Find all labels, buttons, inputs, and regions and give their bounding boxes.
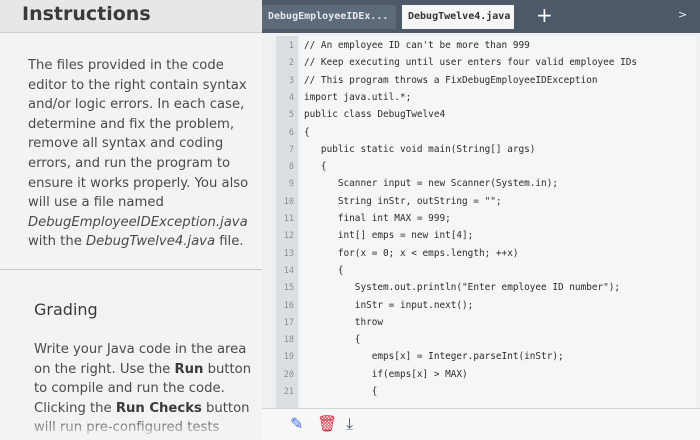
line-number: 8 — [288, 162, 294, 173]
line-number: 15 — [283, 283, 294, 294]
tab-debug-employee-id-exception[interactable]: DebugEmployeeIDEx... — [262, 5, 396, 29]
code-line[interactable]: System.out.println("Enter employee ID nu… — [304, 282, 620, 293]
code-editor: DebugEmployeeIDEx... DebugTwelve4.java +… — [262, 0, 700, 440]
pencil-icon[interactable]: ✎ — [290, 415, 303, 433]
code-line[interactable]: { — [304, 334, 361, 345]
code-line[interactable]: if(emps[x] > MAX) — [304, 369, 468, 380]
editor-tab-bar: DebugEmployeeIDEx... DebugTwelve4.java +… — [262, 0, 700, 33]
line-number: 6 — [288, 127, 294, 138]
code-line[interactable]: Scanner input = new Scanner(System.in); — [304, 178, 558, 189]
line-number: 20 — [283, 369, 294, 380]
line-number: 19 — [283, 352, 294, 363]
code-line[interactable]: { — [304, 265, 344, 276]
tab-label: DebugTwelve4.java — [408, 11, 511, 22]
line-number: 9 — [288, 179, 294, 190]
editor-toolbar: ✎ 🗑 ⤓ — [262, 408, 700, 440]
code-line[interactable]: throw — [304, 317, 383, 328]
divider — [0, 269, 262, 270]
run-checks-label: Run Checks — [115, 400, 202, 416]
code-line[interactable]: int[] emps = new int[4]; — [304, 230, 473, 241]
trash-icon[interactable]: 🗑 — [317, 415, 337, 433]
line-number: 10 — [283, 196, 294, 207]
code-line[interactable]: { — [304, 386, 378, 397]
line-number: 13 — [283, 248, 294, 259]
grading-title: Grading — [34, 300, 98, 319]
line-number: 7 — [288, 144, 294, 155]
line-number: 18 — [283, 335, 294, 346]
download-icon[interactable]: ⤓ — [346, 415, 353, 433]
code-line[interactable]: // This program throws a FixDebugEmploye… — [304, 75, 598, 86]
instructions-title: Instructions — [22, 3, 151, 25]
line-number: 4 — [288, 92, 294, 103]
code-line[interactable]: { — [304, 161, 327, 172]
line-number: 2 — [288, 58, 294, 69]
tab-debug-twelve4[interactable]: DebugTwelve4.java — [402, 5, 514, 29]
code-line[interactable]: String inStr, outString = ""; — [304, 196, 502, 207]
code-line[interactable]: inStr = input.next(); — [304, 300, 474, 311]
line-number: 5 — [288, 110, 294, 121]
file-name-debugtwelve4: DebugTwelve4.java — [86, 234, 216, 250]
add-tab-icon[interactable]: + — [536, 3, 553, 27]
code-line[interactable]: // Keep executing until user enters four… — [304, 57, 637, 68]
line-number: 16 — [283, 300, 294, 311]
code-line[interactable]: public static void main(String[] args) — [304, 144, 536, 155]
line-number: 3 — [288, 75, 294, 86]
chevron-right-icon[interactable]: > — [678, 8, 687, 21]
code-line[interactable]: // An employee ID can't be more than 999 — [304, 40, 530, 51]
text-fade — [0, 418, 262, 440]
run-label: Run — [174, 361, 204, 377]
instructions-text: The files provided in the code editor to… — [28, 58, 249, 250]
code-line[interactable]: import java.util.*; — [304, 92, 411, 103]
line-number: 1 — [288, 41, 294, 51]
line-number: 12 — [283, 231, 294, 242]
code-line[interactable]: emps[x] = Integer.parseInt(inStr); — [304, 351, 564, 362]
line-number: 21 — [283, 387, 294, 397]
tab-label: DebugEmployeeIDEx... — [268, 11, 389, 22]
file-name-exception: DebugEmployeeIDException.java — [28, 214, 248, 230]
instructions-header: Instructions — [0, 0, 262, 33]
code-line[interactable]: public class DebugTwelve4 — [304, 109, 445, 120]
code-line[interactable]: { — [304, 127, 310, 138]
instructions-panel: Instructions The files provided in the c… — [0, 0, 262, 440]
line-number: 11 — [283, 214, 294, 224]
line-number: 17 — [283, 317, 294, 328]
code-line[interactable]: final int MAX = 999; — [304, 213, 451, 224]
code-line[interactable]: for(x = 0; x < emps.length; ++x) — [304, 248, 519, 259]
line-number: 14 — [283, 265, 294, 276]
